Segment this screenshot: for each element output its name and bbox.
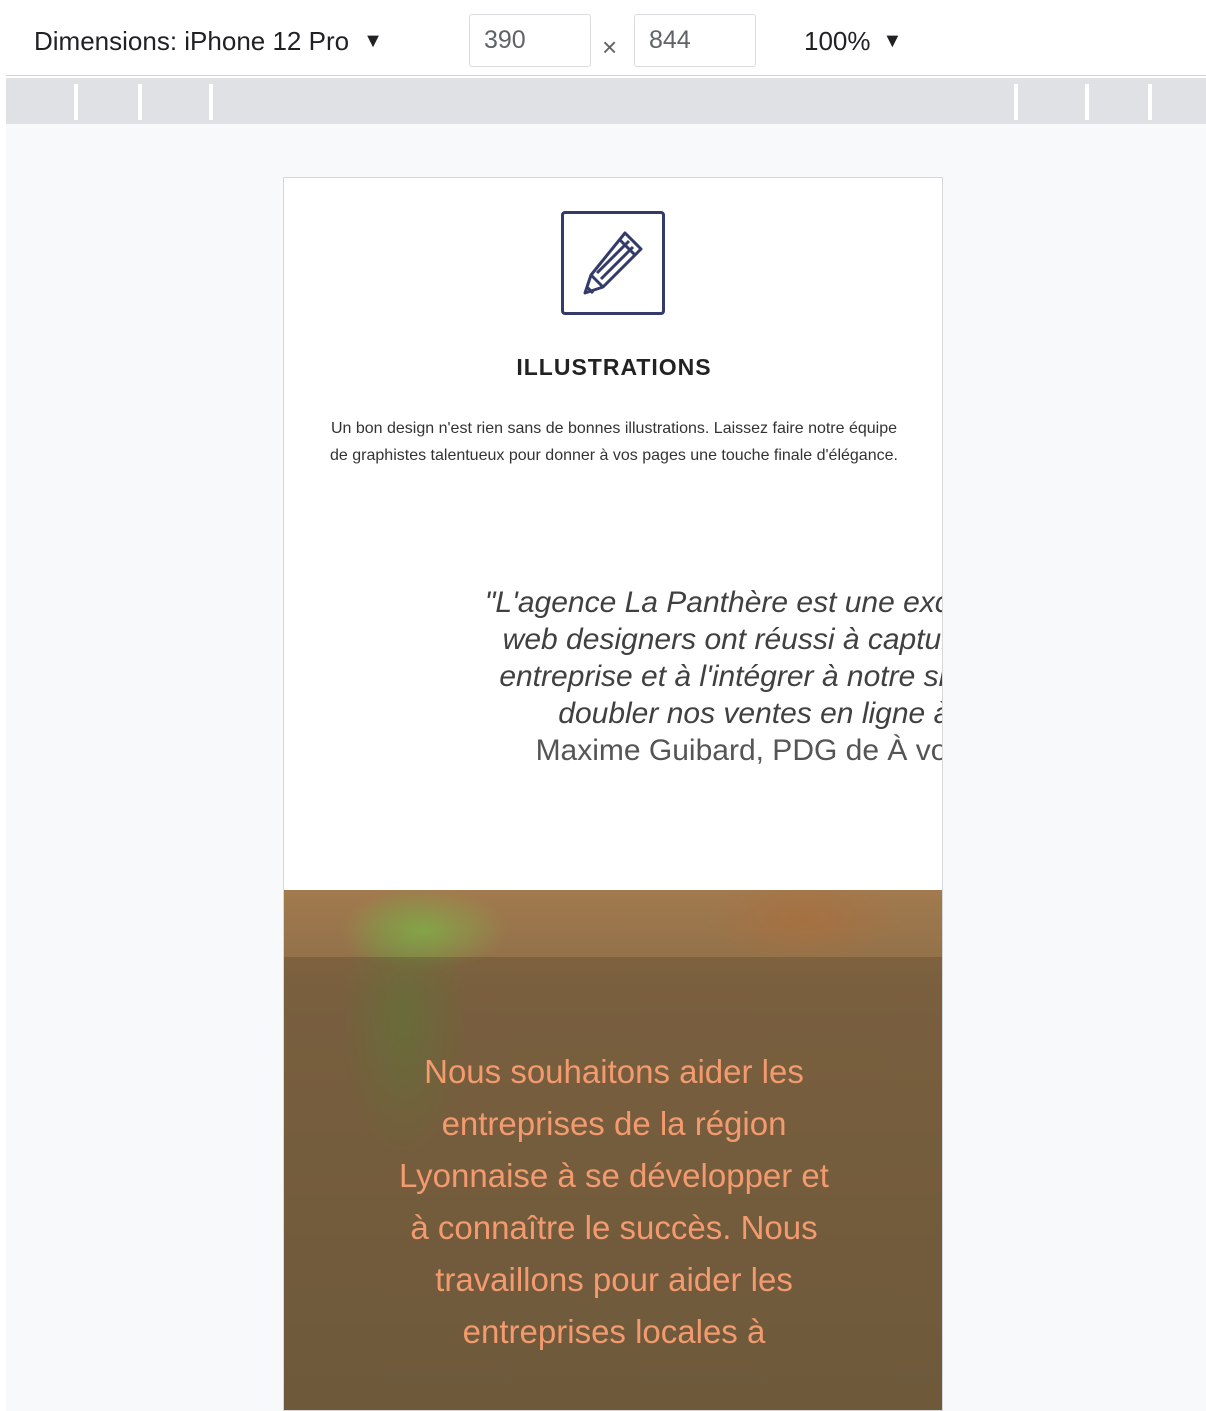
section-title: ILLUSTRATIONS — [516, 354, 712, 380]
pencil-icon — [561, 211, 665, 315]
quote-line: entreprise et à l'intégrer à notre site.… — [499, 660, 942, 693]
media-query-divider — [74, 84, 78, 120]
media-query-divider — [1148, 84, 1152, 120]
hero-banner: Nous souhaitons aider les entreprises de… — [284, 890, 942, 1410]
height-input[interactable] — [634, 14, 756, 67]
device-viewport[interactable]: ILLUSTRATIONS Un bon design n'est rien s… — [283, 177, 943, 1411]
quote-line: doubler nos ventes en ligne à Ly — [558, 697, 942, 730]
quote-line: web designers ont réussi à capturer l'es… — [502, 623, 942, 656]
section-description: Un bon design n'est rien sans de bonnes … — [330, 420, 898, 464]
chevron-down-icon: ▼ — [882, 30, 903, 52]
dimensions-dropdown[interactable]: Dimensions: iPhone 12 Pro ▼ — [34, 26, 383, 57]
width-input[interactable] — [469, 14, 591, 67]
media-query-bar[interactable] — [6, 78, 1206, 124]
times-separator: × — [602, 32, 618, 62]
testimonial-quote: "L'agence La Panthère est une excellente… — [284, 584, 942, 732]
dimensions-label: Dimensions: iPhone 12 Pro — [34, 26, 350, 56]
media-query-divider — [138, 84, 142, 120]
zoom-label: 100% — [804, 26, 871, 56]
zoom-dropdown[interactable]: 100% ▼ — [804, 26, 902, 57]
media-query-divider — [1085, 84, 1089, 120]
hero-text: Nous souhaitons aider les entreprises de… — [399, 1053, 829, 1350]
device-toolbar: Dimensions: iPhone 12 Pro ▼ × 100% ▼ — [6, 8, 1206, 76]
media-query-divider — [209, 84, 213, 120]
quote-line: "L'agence La Panthère est une excellente… — [484, 586, 942, 619]
chevron-down-icon: ▼ — [363, 30, 383, 52]
media-query-divider — [1014, 84, 1018, 120]
testimonial-author: Maxime Guibard, PDG de À vos fou — [535, 734, 942, 767]
